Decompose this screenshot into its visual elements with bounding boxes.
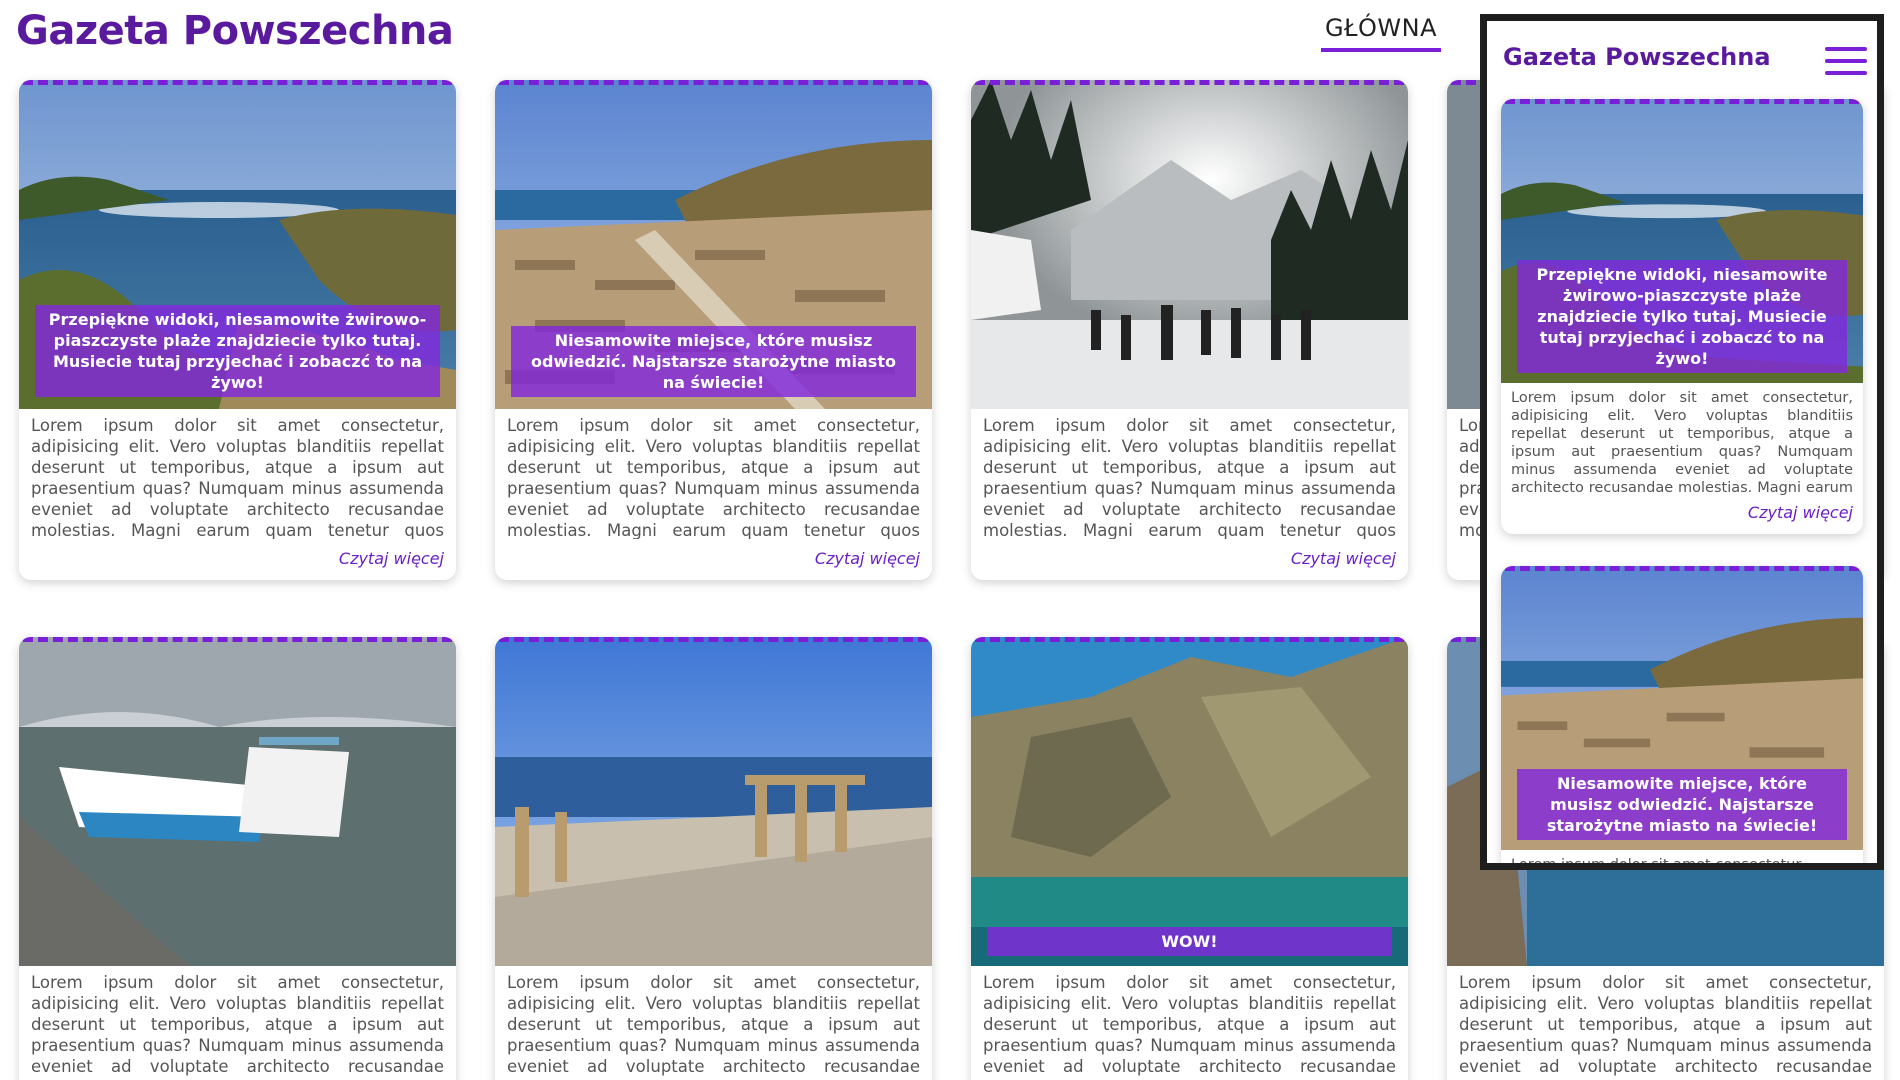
read-more-link[interactable]: Czytaj więcej <box>495 539 932 580</box>
article-card: Lorem ipsum dolor sit amet consectetur, … <box>971 80 1408 580</box>
article-excerpt: Lorem ipsum dolor sit amet consectetur, … <box>31 416 444 539</box>
mobile-article-card: Przepiękne widoki, niesamowite żwirowo-p… <box>1501 99 1863 534</box>
article-card: WOW! Lorem ipsum dolor sit amet consecte… <box>971 637 1408 1080</box>
article-excerpt: Lorem ipsum dolor sit amet consectetur, … <box>1459 973 1872 1080</box>
article-excerpt: Lorem ipsum dolor sit amet consectetur, … <box>31 973 444 1080</box>
image-caption: WOW! <box>987 927 1392 956</box>
article-image[interactable] <box>495 637 932 966</box>
article-excerpt: Lorem ipsum dolor sit amet consectetur, … <box>507 973 920 1080</box>
image-caption: Niesamowite miejsce, które musisz odwied… <box>511 326 916 397</box>
image-caption: Niesamowite miejsce, które musisz odwied… <box>1517 769 1847 840</box>
mobile-article-card: Niesamowite miejsce, które musisz odwied… <box>1501 566 1863 870</box>
sea-cliff-image <box>971 637 1408 966</box>
article-card: Przepiękne widoki, niesamowite żwirowo-p… <box>19 80 456 580</box>
article-image[interactable]: Przepiękne widoki, niesamowite żwirowo-p… <box>19 80 456 409</box>
mobile-preview: Gazeta Powszechna Przepiękne widoki, nie… <box>1480 14 1884 870</box>
article-excerpt: Lorem ipsum dolor sit amet consectetur, <box>1511 857 1806 870</box>
article-excerpt: Lorem ipsum dolor sit amet consectetur, … <box>983 416 1396 539</box>
article-image[interactable]: WOW! <box>971 637 1408 966</box>
mobile-site-title[interactable]: Gazeta Powszechna <box>1503 43 1771 71</box>
article-image[interactable] <box>971 80 1408 409</box>
article-excerpt: Lorem ipsum dolor sit amet consectetur, … <box>507 416 920 539</box>
image-caption: Przepiękne widoki, niesamowite żwirowo-p… <box>1517 260 1847 373</box>
image-caption: Przepiękne widoki, niesamowite żwirowo-p… <box>35 305 440 397</box>
article-image[interactable]: Niesamowite miejsce, które musisz odwied… <box>1501 566 1863 850</box>
article-card: Lorem ipsum dolor sit amet consectetur, … <box>495 637 932 1080</box>
hamburger-icon[interactable] <box>1825 47 1867 75</box>
article-card: Niesamowite miejsce, które musisz odwied… <box>495 80 932 580</box>
article-card: Lorem ipsum dolor sit amet consectetur, … <box>19 637 456 1080</box>
article-excerpt: Lorem ipsum dolor sit amet consectetur, … <box>1511 390 1853 495</box>
read-more-link[interactable]: Czytaj więcej <box>971 539 1408 580</box>
read-more-link[interactable]: Czytaj więcej <box>19 539 456 580</box>
article-image[interactable]: Przepiękne widoki, niesamowite żwirowo-p… <box>1501 99 1863 383</box>
acropolis-columns-image <box>495 637 932 966</box>
article-image[interactable] <box>19 637 456 966</box>
snowy-forest-image <box>971 80 1408 409</box>
article-image[interactable]: Niesamowite miejsce, które musisz odwied… <box>495 80 932 409</box>
mobile-header: Gazeta Powszechna <box>1487 21 1877 91</box>
harbor-boats-image <box>19 637 456 966</box>
article-excerpt: Lorem ipsum dolor sit amet consectetur, … <box>983 973 1396 1080</box>
read-more-link[interactable]: Czytaj więcej <box>1501 495 1863 534</box>
